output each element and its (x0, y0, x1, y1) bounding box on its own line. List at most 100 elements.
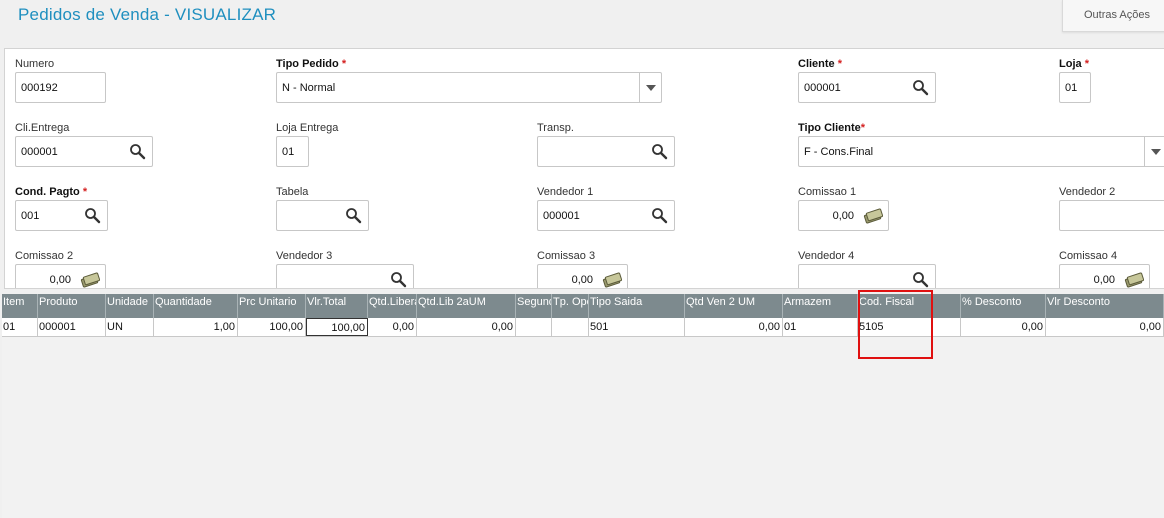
cell-qtd-liberada[interactable]: 0,00 (368, 318, 417, 336)
vendedor3-label: Vendedor 3 (276, 250, 333, 262)
page-title: Pedidos de Venda - VISUALIZAR (18, 5, 277, 24)
cli-entrega-label: Cli.Entrega (15, 122, 70, 134)
column-header-prc-unitario[interactable]: Prc Unitario (238, 294, 306, 318)
cliente-value: 000001 (804, 82, 841, 94)
tipo-cliente-label: Tipo Cliente* (798, 122, 866, 134)
column-header-produto[interactable]: Produto (38, 294, 106, 318)
cell-quantidade[interactable]: 1,00 (154, 318, 238, 336)
loja-entrega-value: 01 (282, 146, 295, 158)
cell-percent-desconto[interactable]: 0,00 (961, 318, 1046, 336)
column-header-armazem[interactable]: Armazem (783, 294, 858, 318)
vendedor2-label: Vendedor 2 (1059, 186, 1116, 198)
comissao2-label: Comissao 2 (15, 250, 74, 262)
cond-pagto-value: 001 (21, 210, 40, 222)
money-icon[interactable] (80, 272, 100, 288)
column-header-vlr-total[interactable]: Vlr.Total (306, 294, 368, 318)
loja-label: Loja * (1059, 58, 1089, 70)
loja-field[interactable]: 01 (1059, 72, 1091, 103)
cell-vlr-desconto[interactable]: 0,00 (1046, 318, 1164, 336)
cell-item[interactable]: 01 (2, 318, 38, 336)
tipo-cliente-select[interactable]: F - Cons.Final (798, 136, 1164, 167)
comissao4-label: Comissao 4 (1059, 250, 1118, 262)
comissao1-field[interactable]: 0,00 (798, 200, 889, 231)
comissao1-value: 0,00 (832, 210, 854, 222)
cod-fiscal-highlight-box (858, 290, 933, 359)
column-header-qtd-liberada[interactable]: Qtd.Liberada (368, 294, 417, 318)
column-header-item[interactable]: Item (2, 294, 38, 318)
column-header-tp-operacao[interactable]: Tp. Operação (552, 294, 589, 318)
vendedor2-field[interactable] (1059, 200, 1164, 231)
cell-tp-operacao[interactable] (552, 318, 589, 336)
tipo-pedido-label: Tipo Pedido * (276, 58, 347, 70)
other-actions-button[interactable]: Outras Ações (1062, 0, 1164, 32)
numero-label: Numero (15, 58, 55, 70)
comissao1-label: Comissao 1 (798, 186, 857, 198)
tabela-field[interactable] (276, 200, 369, 231)
cell-armazem[interactable]: 01 (783, 318, 858, 336)
search-icon[interactable] (84, 207, 101, 224)
column-header-unidade[interactable]: Unidade (106, 294, 154, 318)
search-icon[interactable] (912, 271, 929, 288)
cell-prc-unitario[interactable]: 100,00 (238, 318, 306, 336)
loja-value: 01 (1065, 82, 1078, 94)
cell-qtd-ven-2um[interactable]: 0,00 (685, 318, 783, 336)
comissao4-value: 0,00 (1093, 274, 1115, 286)
cell-segunda[interactable] (516, 318, 552, 336)
page-header: Pedidos de Venda - VISUALIZAR Outras Açõ… (0, 0, 1164, 42)
tipo-cliente-value: F - Cons.Final (804, 146, 874, 158)
column-header-vlr-desconto[interactable]: Vlr Desconto (1046, 294, 1164, 318)
chevron-down-icon[interactable] (639, 73, 661, 102)
column-header-segunda[interactable]: Segunda (516, 294, 552, 318)
comissao3-value: 0,00 (571, 274, 593, 286)
column-header-qtd-lib-2aum[interactable]: Qtd.Lib 2aUM (417, 294, 516, 318)
money-icon[interactable] (1124, 272, 1144, 288)
search-icon[interactable] (651, 143, 668, 160)
vendedor4-label: Vendedor 4 (798, 250, 855, 262)
vendedor4-field[interactable] (798, 264, 936, 288)
column-header-percent-desconto[interactable]: % Desconto (961, 294, 1046, 318)
cond-pagto-field[interactable]: 001 (15, 200, 108, 231)
comissao4-field[interactable]: 0,00 (1059, 264, 1150, 288)
money-icon[interactable] (863, 208, 883, 224)
search-icon[interactable] (345, 207, 362, 224)
loja-entrega-field[interactable]: 01 (276, 136, 309, 167)
cli-entrega-field[interactable]: 000001 (15, 136, 153, 167)
column-header-tipo-saida[interactable]: Tipo Saida (589, 294, 685, 318)
tabela-label: Tabela (276, 186, 309, 198)
tipo-pedido-value: N - Normal (282, 82, 336, 94)
transp-field[interactable] (537, 136, 675, 167)
tipo-pedido-select[interactable]: N - Normal (276, 72, 662, 103)
comissao2-value: 0,00 (49, 274, 71, 286)
cell-tipo-saida[interactable]: 501 (589, 318, 685, 336)
cond-pagto-label: Cond. Pagto * (15, 186, 88, 198)
search-icon[interactable] (129, 143, 146, 160)
vendedor1-value: 000001 (543, 210, 580, 222)
cliente-label: Cliente * (798, 58, 843, 70)
numero-field[interactable]: 000192 (15, 72, 106, 103)
vendedor1-field[interactable]: 000001 (537, 200, 675, 231)
money-icon[interactable] (602, 272, 622, 288)
chevron-down-icon[interactable] (1144, 137, 1164, 166)
items-grid[interactable]: Item Produto Unidade Quantidade Prc Unit… (2, 294, 1164, 518)
cliente-field[interactable]: 000001 (798, 72, 936, 103)
comissao3-label: Comissao 3 (537, 250, 596, 262)
column-header-quantidade[interactable]: Quantidade (154, 294, 238, 318)
cell-qtd-lib-2aum[interactable]: 0,00 (417, 318, 516, 336)
search-icon[interactable] (912, 79, 929, 96)
cell-produto[interactable]: 000001 (38, 318, 106, 336)
grid-header-row: Item Produto Unidade Quantidade Prc Unit… (2, 294, 1164, 318)
cli-entrega-value: 000001 (21, 146, 58, 158)
numero-value: 000192 (21, 82, 58, 94)
search-icon[interactable] (651, 207, 668, 224)
comissao2-field[interactable]: 0,00 (15, 264, 106, 288)
order-header-form: Numero 000192 Tipo Pedido * N - Normal C… (4, 48, 1164, 289)
search-icon[interactable] (390, 271, 407, 288)
loja-entrega-label: Loja Entrega (276, 122, 339, 134)
vendedor3-field[interactable] (276, 264, 414, 288)
table-row[interactable]: 01 000001 UN 1,00 100,00 100,00 0,00 0,0… (2, 318, 1164, 337)
transp-label: Transp. (537, 122, 574, 134)
cell-vlr-total[interactable]: 100,00 (306, 318, 368, 336)
column-header-qtd-ven-2um[interactable]: Qtd Ven 2 UM (685, 294, 783, 318)
comissao3-field[interactable]: 0,00 (537, 264, 628, 288)
cell-unidade[interactable]: UN (106, 318, 154, 336)
